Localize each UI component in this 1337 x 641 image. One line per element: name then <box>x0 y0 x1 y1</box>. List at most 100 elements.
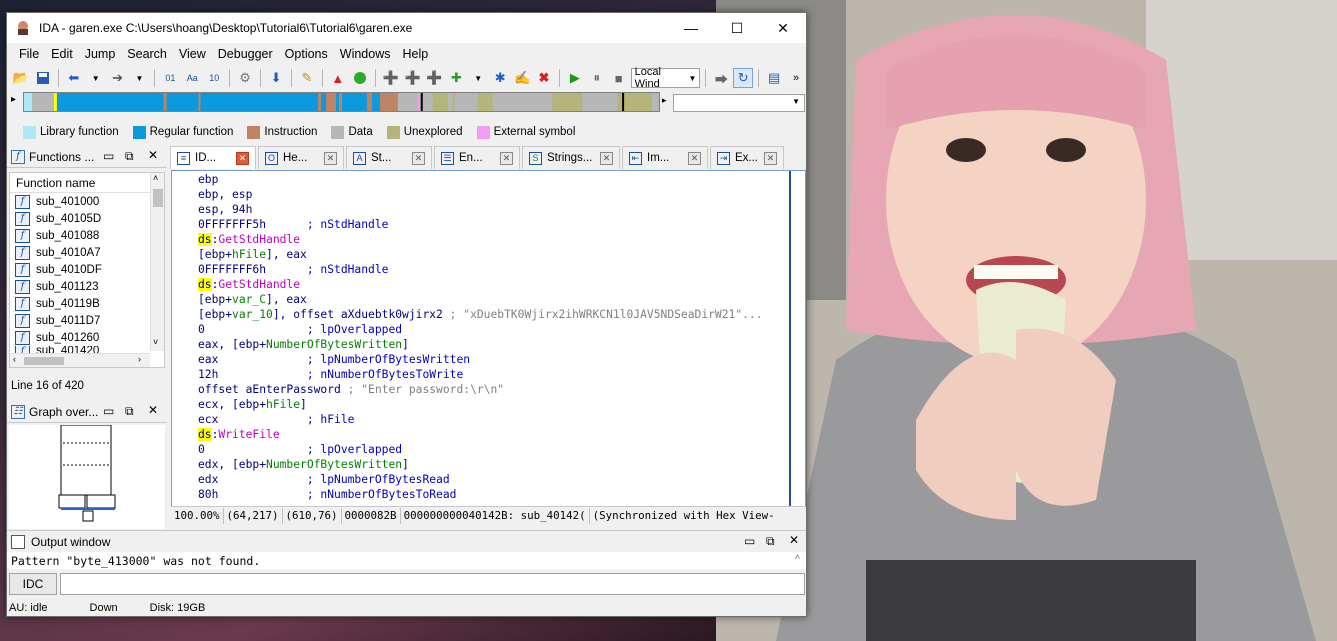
panel-float-icon[interactable]: ⧉ <box>125 149 134 164</box>
add-member-icon[interactable]: ✚ <box>446 68 466 88</box>
maximize-button[interactable]: ☐ <box>714 13 760 43</box>
tab-structures[interactable]: A St... ✕ <box>346 146 432 169</box>
menu-options[interactable]: Options <box>279 47 334 61</box>
disassembly-line[interactable]: edx, [ebp+NumberOfBytesWritten] <box>198 457 763 472</box>
panel-minimize-icon[interactable]: ▭ <box>103 404 114 418</box>
navband-scroll-arrow-icon[interactable]: ▸ <box>662 95 667 106</box>
disassembly-line[interactable]: [ebp+var_10], offset aXduebtk0wjirx2 ; "… <box>198 307 763 322</box>
vertical-scrollbar[interactable] <box>789 171 805 507</box>
menu-edit[interactable]: Edit <box>45 47 79 61</box>
panel-close-icon[interactable]: ✕ <box>148 148 158 162</box>
panel-float-icon[interactable]: ⧉ <box>125 404 134 419</box>
attach-process-icon[interactable]: ⮕ <box>711 68 731 88</box>
menu-debugger[interactable]: Debugger <box>212 47 279 61</box>
panel-close-icon[interactable]: ✕ <box>789 533 799 547</box>
menu-windows[interactable]: Windows <box>334 47 397 61</box>
horizontal-scrollbar[interactable]: ‹ › <box>10 353 150 367</box>
create-enum-icon[interactable]: ➕ <box>425 68 445 88</box>
stop-icon[interactable]: ■ <box>609 68 629 88</box>
title-bar[interactable]: IDA - garen.exe C:\Users\hoang\Desktop\T… <box>7 13 806 43</box>
disassembly-line[interactable]: eax, [ebp+NumberOfBytesWritten] <box>198 337 763 352</box>
close-icon[interactable]: ✕ <box>688 152 701 165</box>
dropdown-arrow-icon[interactable]: ▼ <box>86 68 106 88</box>
delete-icon[interactable]: ✖ <box>534 68 554 88</box>
disassembly-view[interactable]: ebp ebp, esp esp, 94h 0FFFFFFF5h ; nStdHand… <box>171 170 806 508</box>
scroll-left-icon[interactable]: ‹ <box>13 354 16 364</box>
panel-float-icon[interactable]: ⧉ <box>766 534 775 549</box>
tab-strings[interactable]: S Strings... ✕ <box>522 146 620 169</box>
tab-enums[interactable]: ☰ En... ✕ <box>434 146 520 169</box>
column-header-function-name[interactable]: Function name <box>10 173 164 193</box>
close-icon[interactable]: ✕ <box>236 152 249 165</box>
more-icon[interactable]: » <box>786 68 806 88</box>
forward-arrow-icon[interactable]: ➔ <box>108 68 128 88</box>
disassembly-lines[interactable]: ebp ebp, esp esp, 94h 0FFFFFFF5h ; nStdHand… <box>198 172 763 502</box>
dropdown-arrow-icon[interactable]: ▼ <box>130 68 150 88</box>
list-item[interactable]: f sub_401260 <box>10 329 164 346</box>
create-function-icon[interactable]: ➕ <box>381 68 401 88</box>
list-item[interactable]: f sub_401088 <box>10 227 164 244</box>
disassembly-line[interactable]: 0 ; lpOverlapped <box>198 322 763 337</box>
disassembly-line[interactable]: ds:GetStdHandle <box>198 277 763 292</box>
output-window-header[interactable]: Output window ▭ ⧉ ✕ <box>7 530 806 552</box>
list-item[interactable]: f sub_4010A7 <box>10 244 164 261</box>
list-item[interactable]: f sub_401000 <box>10 193 164 210</box>
functions-list[interactable]: Function name f sub_401000 f sub_40105D fs… <box>9 172 165 368</box>
menu-view[interactable]: View <box>173 47 212 61</box>
close-icon[interactable]: ✕ <box>412 152 425 165</box>
disassembly-line[interactable]: edx ; lpNumberOfBytesRead <box>198 472 763 487</box>
jump-down-icon[interactable]: ⬇ <box>266 68 286 88</box>
panel-close-icon[interactable]: ✕ <box>148 403 158 417</box>
sync-icon[interactable]: ↻ <box>733 68 754 88</box>
close-icon[interactable]: ✕ <box>600 152 613 165</box>
scroll-down-icon[interactable]: ˅ <box>153 337 158 347</box>
tab-exports[interactable]: ⇥ Ex... ✕ <box>710 146 784 169</box>
tab-imports[interactable]: ⇤ Im... ✕ <box>622 146 708 169</box>
list-item[interactable]: f sub_4011D7 <box>10 312 164 329</box>
green-circle-icon[interactable] <box>350 68 370 88</box>
disassembly-line[interactable]: ds:GetStdHandle <box>198 232 763 247</box>
warning-icon[interactable]: ▲ <box>328 68 348 88</box>
list-item[interactable]: f sub_40119B <box>10 295 164 312</box>
navigation-band[interactable] <box>23 92 660 112</box>
tab-hex-view[interactable]: O He... ✕ <box>258 146 344 169</box>
list-item[interactable]: f sub_4010DF <box>10 261 164 278</box>
binary-search-icon[interactable]: 01 <box>160 68 180 88</box>
segment-select[interactable]: ▼ <box>673 94 805 112</box>
vertical-scrollbar[interactable]: ˄ ˅ <box>150 173 164 351</box>
scroll-thumb[interactable] <box>153 189 163 207</box>
close-icon[interactable]: ✕ <box>764 152 777 165</box>
create-struct-icon[interactable]: ➕ <box>403 68 423 88</box>
scroll-right-icon[interactable]: › <box>138 354 141 364</box>
disassembly-line[interactable]: ebp <box>198 172 763 187</box>
text-search-icon[interactable]: Aa <box>182 68 202 88</box>
command-input[interactable] <box>60 573 805 595</box>
idc-language-button[interactable]: IDC <box>9 573 57 595</box>
start-debug-icon[interactable]: ▶ <box>565 68 585 88</box>
scroll-up-icon[interactable]: ˄ <box>795 552 800 563</box>
panel-minimize-icon[interactable]: ▭ <box>744 534 755 548</box>
disassembly-line[interactable]: [ebp+hFile], eax <box>198 247 763 262</box>
immediate-search-icon[interactable]: 10 <box>204 68 224 88</box>
disassembly-line[interactable]: 80h ; nNumberOfBytesToRead <box>198 487 763 502</box>
tab-ida-view[interactable]: ≡ ID... ✕ <box>170 146 256 169</box>
output-text[interactable]: Pattern "byte_413000" was not found. ˄ <box>7 552 806 569</box>
graph-overview-header[interactable]: ☷ Graph over... ▭ ⧉ ✕ <box>7 401 167 423</box>
hex-icon[interactable]: ⚙ <box>235 68 255 88</box>
layout-icon[interactable]: ▤ <box>764 68 784 88</box>
scroll-up-icon[interactable]: ˄ <box>153 173 158 183</box>
panel-minimize-icon[interactable]: ▭ <box>103 149 114 163</box>
list-item[interactable]: f sub_401123 <box>10 278 164 295</box>
close-icon[interactable]: ✕ <box>324 152 337 165</box>
edit-icon[interactable]: ✍ <box>512 68 532 88</box>
disassembly-line[interactable]: 0FFFFFFF6h ; nStdHandle <box>198 262 763 277</box>
menu-search[interactable]: Search <box>121 47 173 61</box>
disassembly-line[interactable]: 0FFFFFFF5h ; nStdHandle <box>198 217 763 232</box>
disassembly-line[interactable]: offset aEnterPassword ; "Enter password:… <box>198 382 763 397</box>
disassembly-line[interactable]: eax ; lpNumberOfBytesWritten <box>198 352 763 367</box>
graph-overview-canvas[interactable] <box>9 425 165 529</box>
list-item[interactable]: f sub_40105D <box>10 210 164 227</box>
debugger-select[interactable]: Local Wind ▼ <box>630 66 701 90</box>
save-icon[interactable] <box>33 68 53 88</box>
pause-icon[interactable]: ⏸ <box>587 68 607 88</box>
